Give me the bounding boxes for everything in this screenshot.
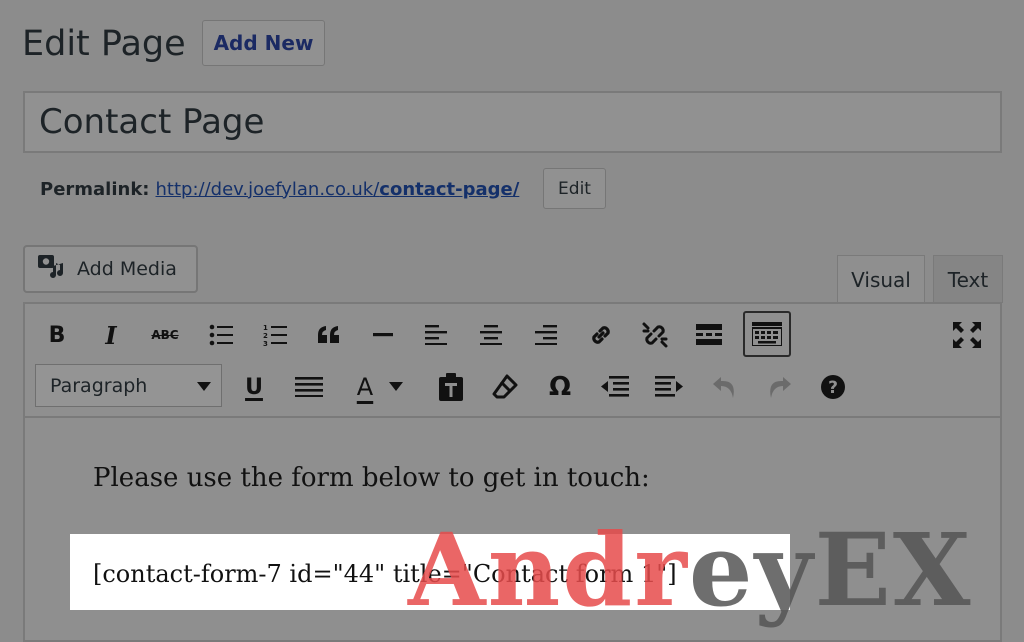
permalink-edit-button[interactable]: Edit bbox=[543, 168, 606, 209]
tab-text[interactable]: Text bbox=[933, 255, 1003, 303]
tab-visual[interactable]: Visual bbox=[837, 255, 925, 304]
watermark-logo: AndreyEX bbox=[408, 510, 1008, 640]
redo-icon[interactable] bbox=[759, 365, 799, 409]
permalink: Permalink: http://dev.joefylan.co.uk/con… bbox=[40, 174, 519, 204]
svg-text:3: 3 bbox=[263, 340, 268, 347]
help-icon[interactable]: ? bbox=[813, 365, 853, 409]
horizontal-line-icon[interactable] bbox=[363, 313, 403, 357]
clear-formatting-icon[interactable] bbox=[485, 365, 525, 409]
justify-icon[interactable] bbox=[289, 365, 329, 409]
add-media-label: Add Media bbox=[77, 258, 177, 280]
align-left-icon[interactable] bbox=[417, 313, 457, 357]
italic-icon[interactable]: I bbox=[91, 313, 131, 357]
special-character-icon[interactable]: Ω bbox=[540, 365, 580, 409]
underline-icon[interactable]: U bbox=[234, 365, 274, 409]
permalink-label: Permalink: bbox=[40, 178, 150, 200]
watermark-red-part: Andr bbox=[408, 511, 689, 629]
strikethrough-icon[interactable]: ABC bbox=[145, 313, 185, 357]
page-title: Edit Page bbox=[22, 24, 186, 64]
align-right-icon[interactable] bbox=[525, 313, 565, 357]
content-paragraph[interactable]: Please use the form below to get in touc… bbox=[93, 458, 650, 498]
svg-text:1: 1 bbox=[263, 324, 268, 332]
link-icon[interactable] bbox=[581, 313, 621, 357]
add-media-button[interactable]: Add Media bbox=[23, 245, 198, 293]
bullet-list-icon[interactable] bbox=[201, 313, 241, 357]
unlink-icon[interactable] bbox=[635, 313, 675, 357]
align-center-icon[interactable] bbox=[471, 313, 511, 357]
text-color-dropdown-icon[interactable] bbox=[385, 365, 407, 409]
numbered-list-icon[interactable]: 123 bbox=[255, 313, 295, 357]
toolbar-divider bbox=[25, 416, 1000, 418]
permalink-url-slug: contact-page/ bbox=[379, 178, 520, 200]
indent-icon[interactable] bbox=[649, 365, 689, 409]
add-new-button[interactable]: Add New bbox=[202, 20, 325, 66]
blockquote-icon[interactable] bbox=[309, 313, 349, 357]
paste-as-text-icon[interactable] bbox=[431, 365, 471, 409]
toolbar-toggle-icon[interactable] bbox=[743, 311, 791, 357]
permalink-link[interactable]: http://dev.joefylan.co.uk/contact-page/ bbox=[156, 179, 520, 200]
text-color-icon[interactable]: A bbox=[345, 365, 385, 409]
toolbar-row-2: U A Ω ? bbox=[25, 362, 1000, 412]
bold-icon[interactable]: B bbox=[37, 313, 77, 357]
permalink-url-base: http://dev.joefylan.co.uk/ bbox=[155, 178, 380, 200]
help-icon-label: ? bbox=[828, 378, 838, 398]
add-media-icon bbox=[37, 253, 67, 286]
read-more-icon[interactable] bbox=[689, 313, 729, 357]
watermark-dark-part: eyEX bbox=[688, 511, 973, 629]
outdent-icon[interactable] bbox=[595, 365, 635, 409]
undo-icon[interactable] bbox=[705, 365, 745, 409]
svg-text:2: 2 bbox=[263, 332, 268, 340]
fullscreen-icon[interactable] bbox=[947, 313, 987, 357]
post-title-input[interactable]: Contact Page bbox=[23, 91, 1002, 153]
toolbar-row-1: B I ABC 123 bbox=[25, 310, 1000, 360]
